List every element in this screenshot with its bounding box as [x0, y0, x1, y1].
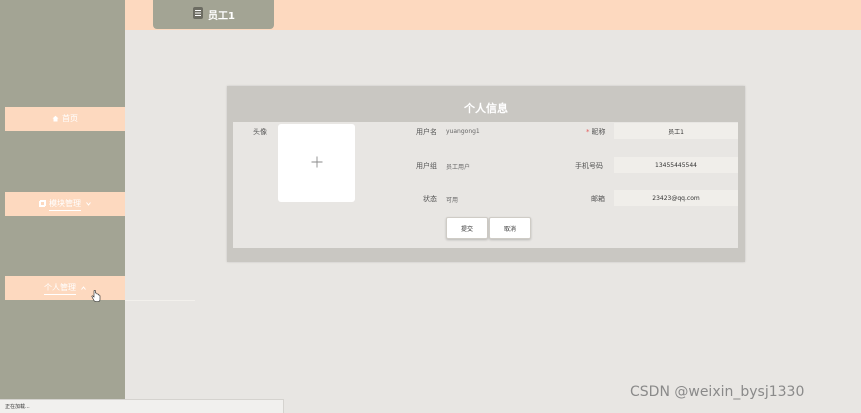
required-mark: * — [586, 128, 590, 136]
usergroup-label: 用户组 — [416, 162, 437, 170]
sidebar-item-module-management[interactable]: 模块管理 — [5, 192, 125, 216]
chevron-up-icon — [81, 285, 86, 292]
nickname-label-text: 昵称 — [591, 128, 606, 136]
document-icon — [192, 6, 204, 23]
status-text: 正在加载... — [5, 404, 30, 410]
username-label: 用户名 — [416, 128, 437, 136]
sidebar-item-label: 模块管理 — [49, 198, 81, 211]
module-icon — [39, 199, 46, 209]
sidebar-item-label: 个人管理 — [44, 282, 76, 295]
browser-status-bar: 正在加载... — [0, 399, 284, 413]
username-value: yuangong1 — [446, 128, 480, 135]
phone-input[interactable]: 13455445544 — [614, 157, 738, 173]
status-label: 状态 — [423, 195, 437, 203]
user-menu-tab[interactable]: 员工1 — [153, 0, 274, 29]
user-tab-label: 员工1 — [208, 11, 235, 22]
sidebar-item-home[interactable]: 首页 — [5, 107, 125, 131]
avatar-label: 头像 — [253, 128, 267, 136]
hand-cursor-icon — [91, 289, 101, 304]
card-title: 个人信息 — [464, 102, 508, 115]
email-label: 邮箱 — [591, 195, 605, 203]
phone-label: 手机号码 — [575, 162, 603, 170]
nickname-input[interactable]: 员工1 — [614, 123, 738, 139]
home-icon — [52, 115, 59, 124]
menu-underline — [125, 300, 195, 301]
usergroup-value: 员工用户 — [446, 164, 471, 171]
personal-info-card: 个人信息 头像 用户名 yuangong1 用户组 员工用户 状态 可用 * 昵称… — [227, 86, 745, 262]
sidebar: 首页 模块管理 个人管理 — [5, 0, 125, 400]
top-bar — [0, 0, 861, 30]
submit-button[interactable]: 提交 — [446, 217, 488, 239]
cancel-button[interactable]: 取消 — [489, 217, 531, 239]
sidebar-item-label: 首页 — [62, 114, 78, 123]
personal-info-form: 头像 用户名 yuangong1 用户组 员工用户 状态 可用 * 昵称 员工1 … — [233, 122, 738, 248]
plus-icon — [311, 156, 323, 170]
email-input[interactable]: 23423@qq.com — [614, 190, 738, 206]
nickname-label: * 昵称 — [586, 127, 606, 137]
watermark: CSDN @weixin_bysj1330 — [630, 384, 805, 400]
chevron-down-icon — [86, 201, 91, 208]
avatar-upload[interactable] — [278, 124, 355, 202]
status-value: 可用 — [446, 197, 459, 204]
sidebar-item-personal-management[interactable]: 个人管理 — [5, 276, 125, 302]
